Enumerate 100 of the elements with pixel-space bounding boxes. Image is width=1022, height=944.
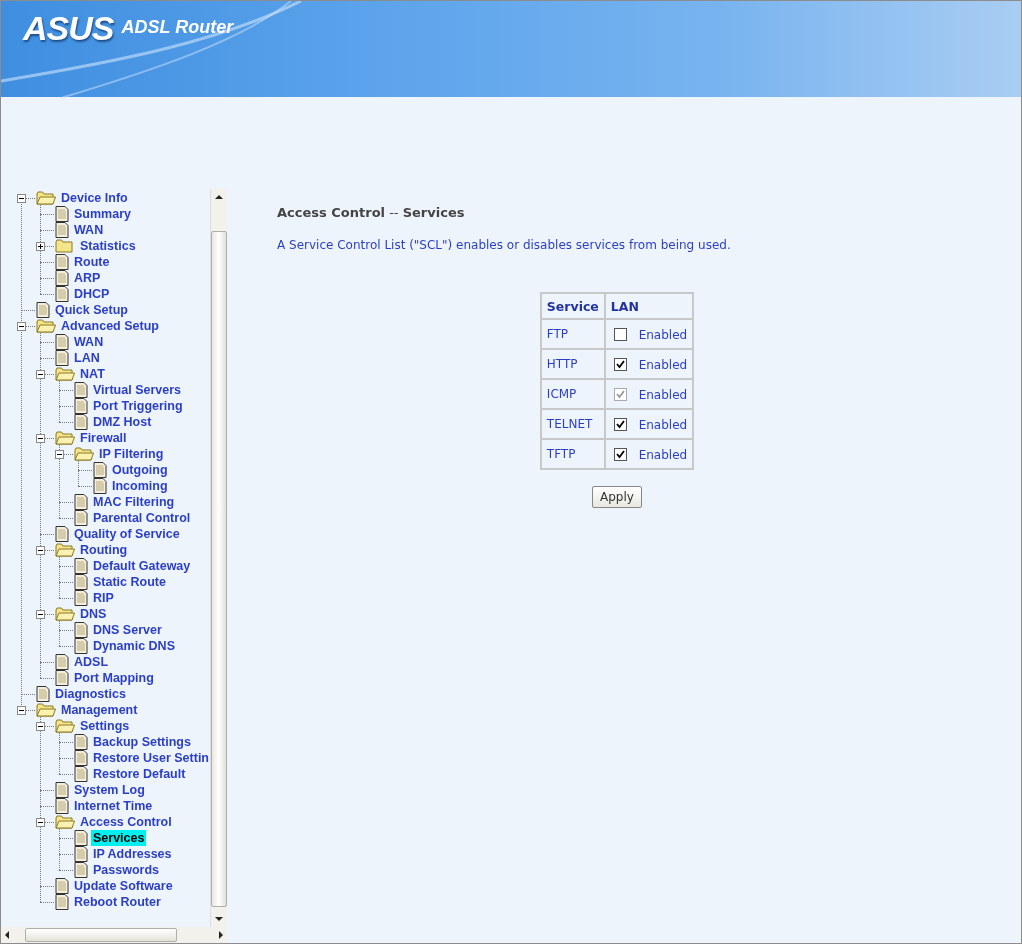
document-icon bbox=[93, 478, 107, 494]
tree-item[interactable]: Settings bbox=[78, 718, 132, 734]
folder-icon bbox=[36, 191, 56, 205]
collapse-icon[interactable] bbox=[17, 706, 26, 715]
expand-icon[interactable] bbox=[36, 242, 45, 251]
tree-item[interactable]: WAN bbox=[72, 334, 106, 350]
folder-icon bbox=[36, 319, 56, 333]
tree-item[interactable]: DMZ Host bbox=[91, 414, 154, 430]
document-icon bbox=[36, 686, 50, 702]
tree-item[interactable]: Restore Default bbox=[91, 766, 188, 782]
tree-item[interactable]: Port Mapping bbox=[72, 670, 156, 686]
tree-item[interactable]: Statistics bbox=[78, 238, 138, 254]
tree-item[interactable]: Dynamic DNS bbox=[91, 638, 177, 654]
tree-item[interactable]: Firewall bbox=[78, 430, 129, 446]
tree-item[interactable]: Port Triggering bbox=[91, 398, 185, 414]
document-icon bbox=[74, 766, 88, 782]
document-icon bbox=[74, 414, 88, 430]
tree-item[interactable]: Services bbox=[91, 830, 147, 846]
tree-item[interactable]: DHCP bbox=[72, 286, 112, 302]
collapse-icon[interactable] bbox=[36, 610, 45, 619]
document-icon bbox=[74, 638, 88, 654]
tree-item[interactable]: LAN bbox=[72, 350, 102, 366]
tree-item[interactable]: Outgoing bbox=[110, 462, 170, 478]
tree-item[interactable]: WAN bbox=[72, 222, 106, 238]
folder-icon bbox=[55, 607, 75, 621]
tree-item[interactable]: DNS bbox=[78, 606, 109, 622]
checkbox[interactable] bbox=[613, 327, 627, 341]
table-cell: FTP bbox=[540, 319, 605, 349]
document-icon bbox=[55, 350, 69, 366]
tree-item[interactable]: Restore User Settin bbox=[91, 750, 210, 766]
document-icon bbox=[36, 302, 50, 318]
document-icon bbox=[55, 270, 69, 286]
tree-item[interactable]: Passwords bbox=[91, 862, 161, 878]
document-icon bbox=[74, 494, 88, 510]
checkbox[interactable] bbox=[613, 447, 627, 461]
collapse-icon[interactable] bbox=[36, 818, 45, 827]
tree-item[interactable]: Internet Time bbox=[72, 798, 155, 814]
tree-item[interactable]: ARP bbox=[72, 270, 103, 286]
tree-item[interactable]: Virtual Servers bbox=[91, 382, 184, 398]
document-icon bbox=[74, 862, 88, 878]
tree-item[interactable]: Diagnostics bbox=[53, 686, 128, 702]
folder-icon bbox=[55, 543, 75, 557]
document-icon bbox=[74, 510, 88, 526]
tree-item[interactable]: IP Filtering bbox=[97, 446, 166, 462]
document-icon bbox=[55, 654, 69, 670]
tree-item[interactable]: MAC Filtering bbox=[91, 494, 177, 510]
brand-logo: ASUS bbox=[23, 11, 114, 45]
tree-item[interactable]: Management bbox=[59, 702, 140, 718]
checkbox-label: Enabled bbox=[638, 357, 688, 372]
document-icon bbox=[55, 526, 69, 542]
tree-item[interactable]: Incoming bbox=[110, 478, 170, 494]
tree-item[interactable]: Route bbox=[72, 254, 112, 270]
checkbox-label: Enabled bbox=[638, 417, 688, 432]
folder-icon bbox=[55, 239, 75, 253]
tree-item[interactable]: Access Control bbox=[78, 814, 174, 830]
tree-item[interactable]: ADSL bbox=[72, 654, 111, 670]
tree-item[interactable]: Advanced Setup bbox=[59, 318, 161, 334]
tree-item[interactable]: IP Addresses bbox=[91, 846, 174, 862]
tree-item[interactable]: Update Software bbox=[72, 878, 175, 894]
tree-item[interactable]: NAT bbox=[78, 366, 107, 382]
collapse-icon[interactable] bbox=[17, 322, 26, 331]
document-icon bbox=[74, 846, 88, 862]
horizontal-scrollbar[interactable] bbox=[1, 927, 227, 943]
tree-item[interactable]: Summary bbox=[72, 206, 133, 222]
tree-item[interactable]: Routing bbox=[78, 542, 130, 558]
tree-item[interactable]: Reboot Router bbox=[72, 894, 163, 910]
tree-item[interactable]: Quick Setup bbox=[53, 302, 130, 318]
document-icon bbox=[93, 462, 107, 478]
tree-item[interactable]: Quality of Service bbox=[72, 526, 182, 542]
tree-item[interactable]: Static Route bbox=[91, 574, 168, 590]
document-icon bbox=[55, 206, 69, 222]
folder-icon bbox=[55, 719, 75, 733]
collapse-icon[interactable] bbox=[36, 722, 45, 731]
folder-icon bbox=[55, 367, 75, 381]
checkbox[interactable] bbox=[613, 417, 627, 431]
collapse-icon[interactable] bbox=[36, 434, 45, 443]
document-icon bbox=[55, 334, 69, 350]
collapse-icon[interactable] bbox=[36, 370, 45, 379]
collapse-icon[interactable] bbox=[17, 194, 26, 203]
product-name: ADSL Router bbox=[121, 17, 234, 38]
tree-item[interactable]: RIP bbox=[91, 590, 116, 606]
document-icon bbox=[74, 382, 88, 398]
tree-item[interactable]: DNS Server bbox=[91, 622, 164, 638]
collapse-icon[interactable] bbox=[36, 546, 45, 555]
document-icon bbox=[55, 254, 69, 270]
tree-item[interactable]: Backup Settings bbox=[91, 734, 193, 750]
checkbox[interactable] bbox=[613, 357, 627, 371]
tree-item[interactable]: System Log bbox=[72, 782, 147, 798]
document-icon bbox=[55, 878, 69, 894]
apply-button[interactable]: Apply bbox=[592, 486, 642, 508]
folder-icon bbox=[36, 703, 56, 717]
tree-item[interactable]: Device Info bbox=[59, 190, 130, 206]
page-title: Access Control -- Services bbox=[277, 205, 466, 220]
tree-item[interactable]: Default Gateway bbox=[91, 558, 193, 574]
vertical-scrollbar[interactable] bbox=[210, 189, 227, 927]
collapse-icon[interactable] bbox=[55, 450, 64, 459]
table-cell: TFTP bbox=[540, 439, 605, 469]
tree-item[interactable]: Parental Control bbox=[91, 510, 193, 526]
checkbox-label: Enabled bbox=[638, 387, 688, 402]
column-header: Service bbox=[540, 293, 605, 319]
